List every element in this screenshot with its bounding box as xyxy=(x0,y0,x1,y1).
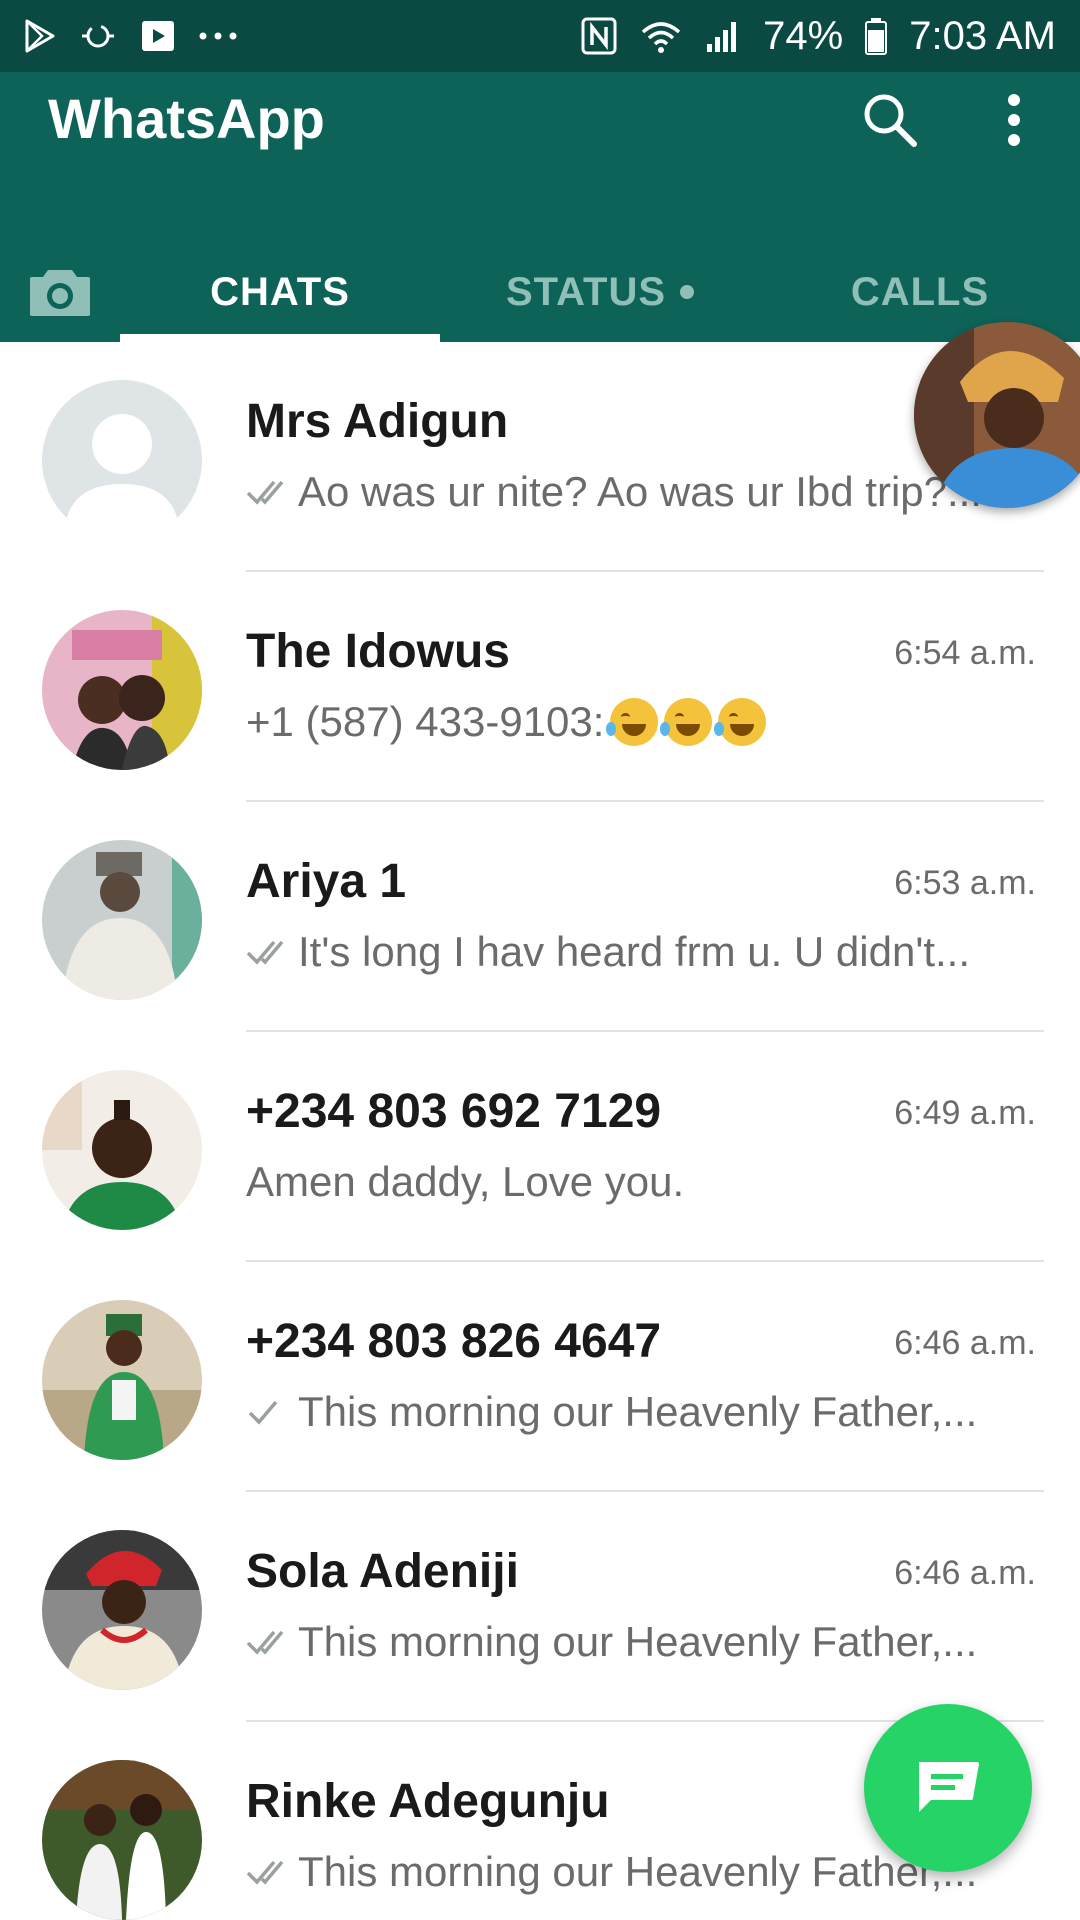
chat-name: Mrs Adigun xyxy=(246,395,509,448)
play-store-icon xyxy=(24,19,56,53)
avatar-default[interactable] xyxy=(42,380,202,540)
double-tick-icon xyxy=(246,1627,292,1657)
avatar-photo[interactable] xyxy=(42,1070,202,1230)
app-title: WhatsApp xyxy=(48,87,325,150)
chat-preview: This morning our Heavenly Father,... xyxy=(246,1618,1016,1666)
chat-preview-text: This morning our Heavenly Father,... xyxy=(298,1388,978,1435)
avatar-photo[interactable] xyxy=(42,1530,202,1690)
chat-preview: It's long I hav heard frm u. U didn't... xyxy=(246,928,1016,976)
avatar-photo[interactable] xyxy=(42,1760,202,1920)
chat-time: 6:46 a.m. xyxy=(894,1554,1036,1592)
avatar-photo[interactable] xyxy=(42,610,202,770)
more-dots-icon xyxy=(198,31,238,41)
chat-preview-text: Amen daddy, Love you. xyxy=(246,1158,685,1205)
active-tab-indicator xyxy=(120,334,440,342)
chat-preview: +1 (587) 433-9103: xyxy=(246,698,1016,746)
chat-row-ariya-1[interactable]: Ariya 1 6:53 a.m. It's long I hav heard … xyxy=(0,802,1080,1032)
wifi-icon xyxy=(639,18,683,54)
video-player-icon xyxy=(140,18,176,54)
new-chat-fab[interactable] xyxy=(864,1704,1032,1872)
chat-name: Sola Adeniji xyxy=(246,1545,519,1598)
chat-name: +234 803 692 7129 xyxy=(246,1085,662,1138)
signal-icon xyxy=(705,18,741,54)
chat-preview: This morning our Heavenly Father,... xyxy=(246,1388,1016,1436)
tab-calls-label: CALLS xyxy=(850,269,990,314)
clock: 7:03 AM xyxy=(909,13,1056,58)
chat-row-sola-adeniji[interactable]: Sola Adeniji 6:46 a.m. This morning our … xyxy=(0,1492,1080,1722)
status-update-dot xyxy=(680,285,695,299)
status-bar: 74% 7:03 AM xyxy=(0,0,1080,72)
chat-preview-text: Ao was ur nite? Ao was ur Ibd trip?... xyxy=(298,468,983,515)
chat-preview-text: +1 (587) 433-9103: xyxy=(246,698,605,745)
chat-preview-text: It's long I hav heard frm u. U didn't... xyxy=(298,928,971,975)
tab-status[interactable]: STATUS xyxy=(440,242,760,342)
double-tick-icon xyxy=(246,1857,292,1887)
chat-time: 6:53 a.m. xyxy=(894,864,1036,902)
app-header: WhatsApp CHATS STATUS CALLS xyxy=(0,72,1080,342)
chat-name: The Idowus xyxy=(246,625,510,678)
overflow-menu-button[interactable] xyxy=(982,78,1046,162)
battery-percent: 74% xyxy=(763,13,844,58)
search-button[interactable] xyxy=(848,78,932,162)
double-tick-icon xyxy=(246,477,292,507)
avatar-photo[interactable] xyxy=(42,840,202,1000)
rolling-laughing-emoji-icon xyxy=(660,698,713,746)
tab-bar: CHATS STATUS CALLS xyxy=(0,242,1080,342)
more-vert-icon xyxy=(1008,94,1020,146)
chat-preview: Ao was ur nite? Ao was ur Ibd trip?... xyxy=(246,468,1016,516)
tab-chats-label: CHATS xyxy=(210,269,350,314)
camera-icon xyxy=(30,270,90,316)
chat-preview-text: This morning our Heavenly Father,... xyxy=(298,1618,978,1665)
chat-preview: Amen daddy, Love you. xyxy=(246,1158,1016,1206)
chat-name: Ariya 1 xyxy=(246,855,407,908)
chat-name: +234 803 826 4647 xyxy=(246,1315,662,1368)
chat-row-the-idowus[interactable]: The Idowus 6:54 a.m. +1 (587) 433-9103: xyxy=(0,572,1080,802)
rolling-laughing-emoji-icon xyxy=(606,698,659,746)
chat-row-mrs-adigun[interactable]: Mrs Adigun 7: Ao was ur nite? Ao was ur … xyxy=(0,342,1080,572)
chat-time: 6:54 a.m. xyxy=(894,634,1036,672)
chat-row-2348036927129[interactable]: +234 803 692 7129 6:49 a.m. Amen daddy, … xyxy=(0,1032,1080,1262)
status-bar-left xyxy=(24,18,238,54)
chat-time: 6:49 a.m. xyxy=(894,1094,1036,1132)
tab-chats[interactable]: CHATS xyxy=(120,242,440,342)
tab-status-label: STATUS xyxy=(505,269,667,314)
status-bar-right: 74% 7:03 AM xyxy=(581,14,1056,59)
battery-icon xyxy=(865,17,888,55)
sync-icon xyxy=(78,19,118,53)
chat-preview-text: This morning our Heavenly Father,... xyxy=(298,1848,978,1895)
tab-camera[interactable] xyxy=(0,242,120,342)
chat-time: 6:46 a.m. xyxy=(894,1324,1036,1362)
nfc-icon xyxy=(581,17,617,55)
rolling-laughing-emoji-icon xyxy=(714,698,767,746)
new-chat-icon xyxy=(919,1762,979,1812)
chat-name: Rinke Adegunju xyxy=(246,1775,610,1828)
chat-list[interactable]: Mrs Adigun 7: Ao was ur nite? Ao was ur … xyxy=(0,342,1080,1920)
avatar-photo[interactable] xyxy=(42,1300,202,1460)
search-icon xyxy=(864,94,917,147)
chat-row-2348038264647[interactable]: +234 803 826 4647 6:46 a.m. This morning… xyxy=(0,1262,1080,1492)
single-tick-icon xyxy=(246,1397,292,1427)
double-tick-icon xyxy=(246,937,292,967)
